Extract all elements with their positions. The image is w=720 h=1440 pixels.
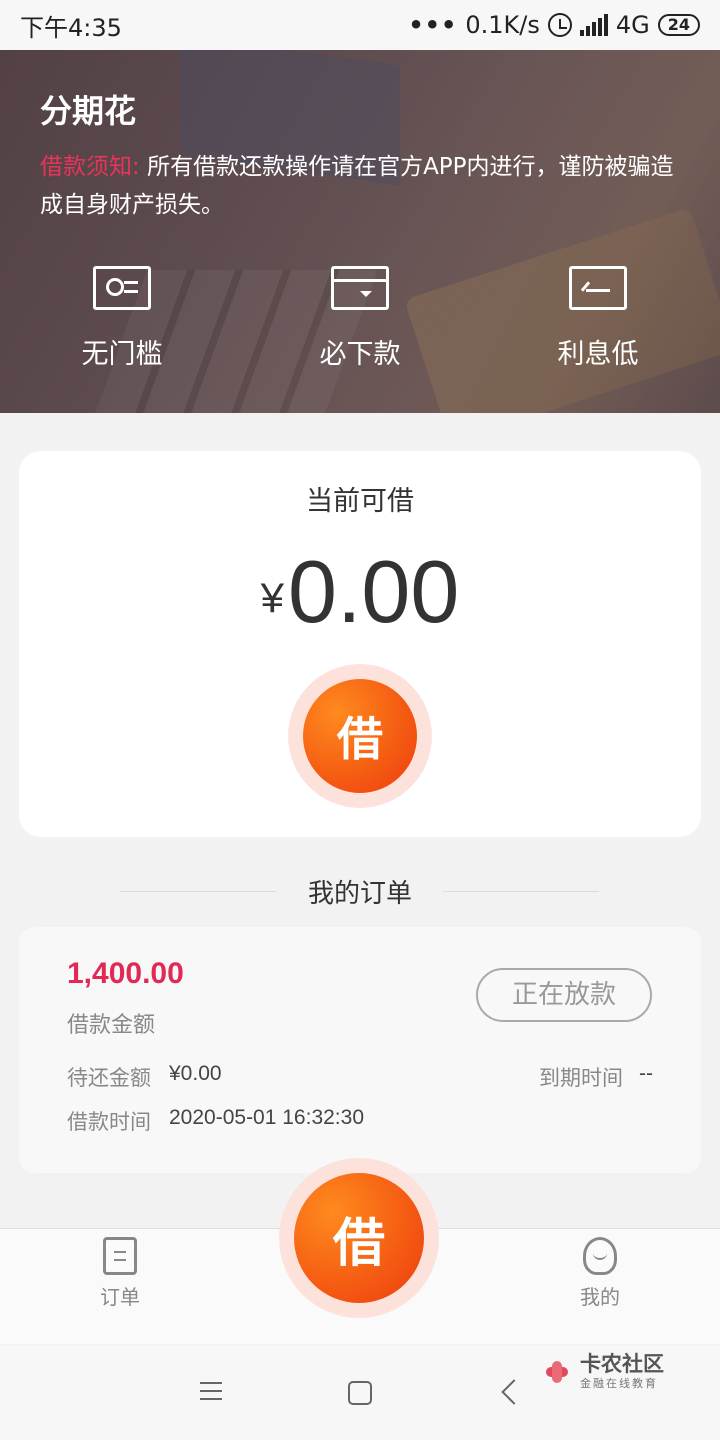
borrow-button-label: 借: [303, 679, 417, 793]
loan-time-label: 借款时间: [67, 1110, 151, 1134]
feature-label: 利息低: [557, 339, 639, 370]
tab-borrow-label: 借: [294, 1173, 424, 1303]
feature-guaranteed: 必下款: [280, 262, 440, 371]
amount-value: 0.00: [288, 542, 460, 641]
tab-borrow-button[interactable]: 借: [279, 1158, 439, 1318]
orders-section-title: 我的订单: [307, 879, 412, 909]
watermark-subtitle: 金融在线教育: [580, 1377, 658, 1390]
feature-list: 无门槛 必下款 利息低: [0, 262, 720, 392]
alarm-icon: [547, 13, 572, 37]
loan-time-value: 2020-05-01 16:32:30: [169, 1106, 364, 1129]
feature-label: 无门槛: [81, 339, 163, 370]
app-name: 分期花: [40, 92, 137, 130]
profile-icon: [583, 1237, 617, 1275]
signal-icon: [579, 14, 608, 36]
tab-me[interactable]: 我的: [540, 1237, 660, 1310]
menu-icon[interactable]: [200, 1382, 222, 1384]
back-icon[interactable]: [501, 1379, 527, 1405]
order-amount-label: 借款金额: [67, 1013, 156, 1038]
return-arrow-icon: [569, 266, 627, 310]
network-type: 4G: [615, 11, 650, 39]
loan-notice: 借款须知: 所有借款还款操作请在官方APP内进行，谨防被骗造成自身财产损失。: [40, 148, 680, 224]
watermark: 卡农社区 金融在线教育: [540, 1353, 664, 1391]
borrow-button[interactable]: 借: [288, 664, 432, 808]
order-status-badge[interactable]: 正在放款: [476, 968, 652, 1022]
battery-icon: 24: [657, 14, 700, 36]
currency-symbol: ¥: [260, 574, 285, 621]
available-loan-card: 当前可借 ¥0.00 借: [19, 451, 701, 837]
home-icon[interactable]: [348, 1381, 372, 1405]
order-item[interactable]: 1,400.00 借款金额 正在放款 待还金额 ¥0.00 到期时间 -- 借款…: [19, 927, 701, 1173]
section-divider-right: [443, 891, 599, 892]
order-amount: 1,400.00: [67, 957, 184, 990]
tab-orders[interactable]: 订单: [60, 1237, 180, 1310]
status-bar: 下午4:35 ••• 0.1K/s 4G 24: [0, 0, 720, 50]
status-icons: ••• 0.1K/s 4G 24: [408, 11, 700, 39]
due-date-label: 到期时间: [539, 1066, 623, 1090]
feature-label: 必下款: [319, 339, 401, 370]
available-loan-title: 当前可借: [306, 486, 414, 517]
card-download-icon: [331, 266, 389, 310]
order-list-icon: [103, 1237, 137, 1275]
available-amount: ¥0.00: [19, 541, 701, 643]
feature-low-interest: 利息低: [518, 262, 678, 371]
network-speed: 0.1K/s: [465, 11, 540, 39]
pending-amount-label: 待还金额: [67, 1066, 151, 1090]
tab-orders-label: 订单: [100, 1285, 140, 1309]
pending-amount-value: ¥0.00: [169, 1062, 222, 1085]
id-card-icon: [93, 266, 151, 310]
watermark-logo-icon: [540, 1355, 574, 1389]
watermark-title: 卡农社区: [580, 1352, 664, 1376]
tab-me-label: 我的: [580, 1285, 620, 1309]
status-time: 下午4:35: [20, 13, 122, 42]
notice-label: 借款须知:: [40, 154, 140, 180]
feature-no-threshold: 无门槛: [42, 262, 202, 371]
more-dots-icon: •••: [408, 11, 458, 39]
due-date-value: --: [639, 1062, 653, 1085]
system-navigation-bar: 卡农社区 金融在线教育: [0, 1345, 720, 1440]
